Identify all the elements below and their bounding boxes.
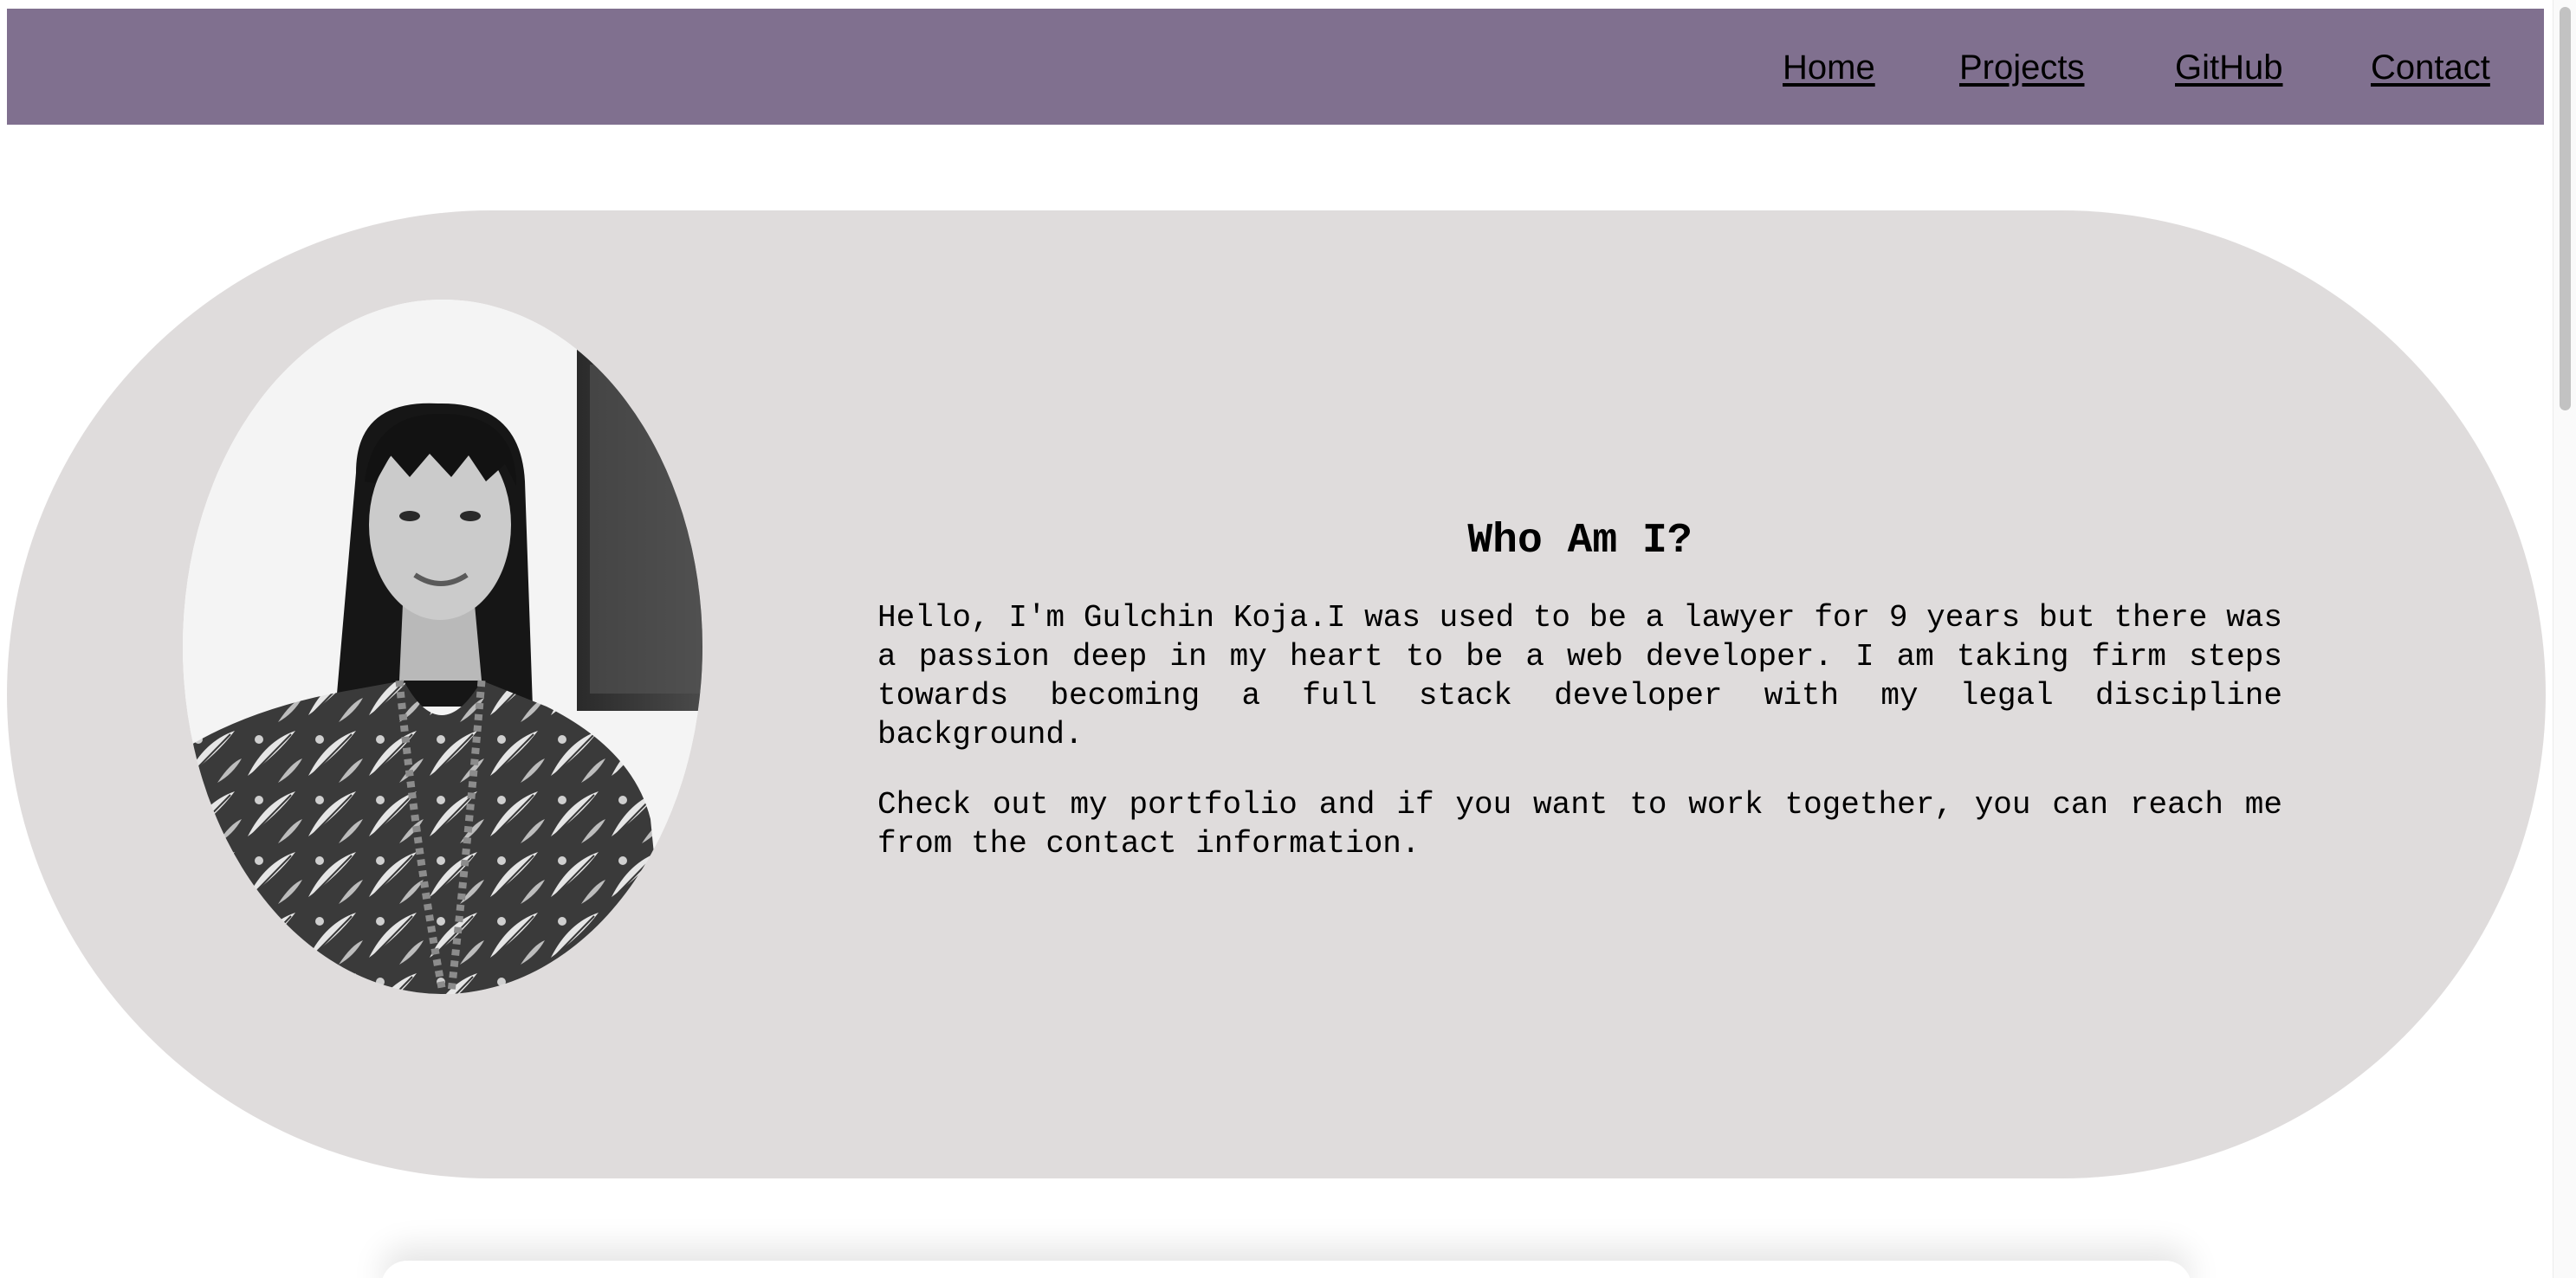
about-paragraph-contact: Check out my portfolio and if you want t… — [877, 787, 2282, 862]
about-heading: Who Am I? — [1467, 518, 1693, 565]
top-navbar: Home Projects GitHub Contact — [7, 9, 2544, 125]
nav-link-github[interactable]: GitHub — [2175, 47, 2283, 88]
nav-link-contact[interactable]: Contact — [2371, 47, 2490, 88]
profile-photo — [183, 300, 702, 994]
nav-link-home[interactable]: Home — [1783, 47, 1875, 88]
about-paragraph-intro: Hello, I'm Gulchin Koja.I was used to be… — [877, 600, 2282, 752]
scrollbar-thumb[interactable] — [2560, 7, 2571, 410]
next-section-card — [381, 1261, 2191, 1278]
nav-link-projects[interactable]: Projects — [1959, 47, 2085, 88]
about-hero-card: Who Am I? Hello, I'm Gulchin Koja.I was … — [7, 210, 2546, 1178]
about-text-block: Who Am I? Hello, I'm Gulchin Koja.I was … — [877, 515, 2282, 894]
page-scrollbar[interactable] — [2553, 0, 2576, 1278]
